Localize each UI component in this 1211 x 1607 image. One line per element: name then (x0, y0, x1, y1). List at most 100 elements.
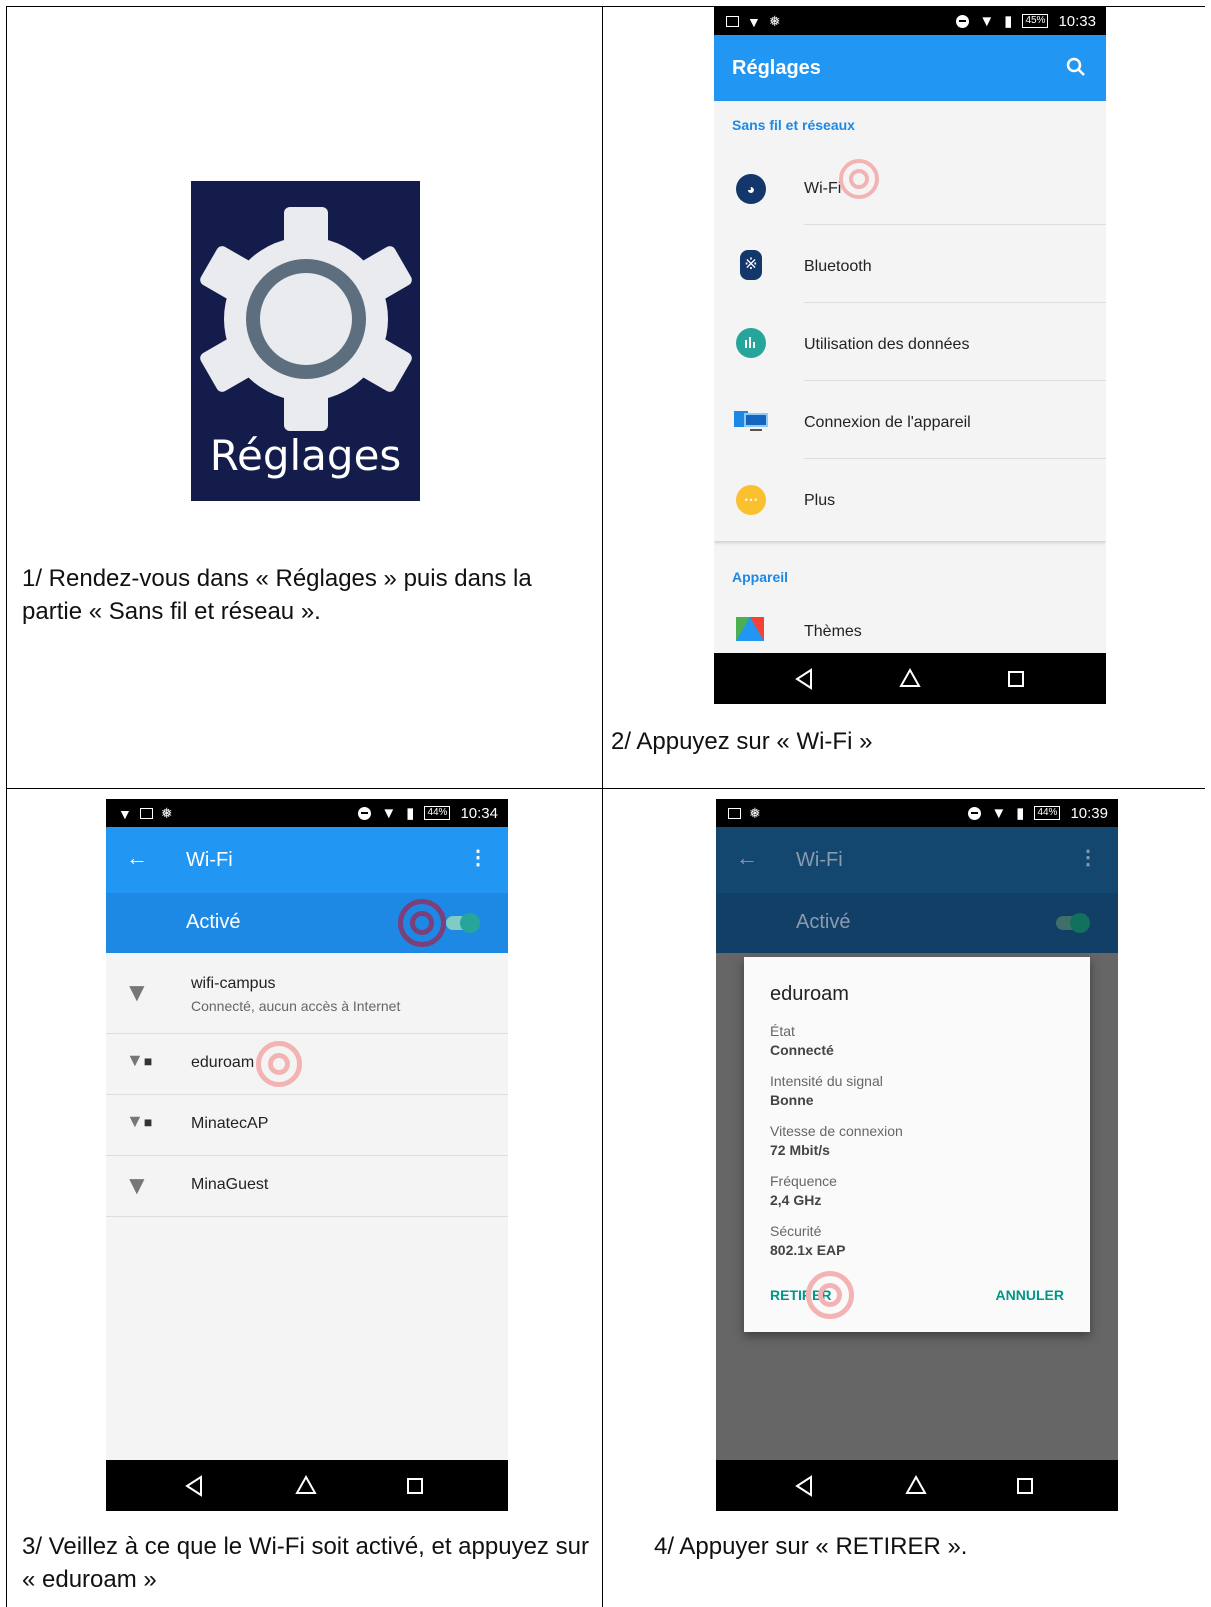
wifi-signal-icon: ▼ (124, 977, 150, 1007)
app-bar-dimmed: ← Wi-Fi ⋮ (716, 827, 1118, 893)
wifi-signal-icon: ▼ (991, 804, 1007, 822)
wifi-switch[interactable] (446, 913, 480, 933)
field-label: Vitesse de connexion (770, 1123, 903, 1139)
settings-item-label: Plus (804, 492, 836, 509)
screen-wifi-dialog: ❅ ▼ ▮ 44% 10:39 ← Wi-Fi ⋮ Activé eduroam Ét… (716, 799, 1118, 1511)
navigation-bar (106, 1460, 508, 1511)
status-bar: ▼ ❅ ▼ ▮ 45% 10:33 (714, 7, 1106, 35)
settings-item-device-connection[interactable]: Connexion de l'appareil (714, 381, 1106, 459)
settings-item-bluetooth[interactable]: ※ Bluetooth (714, 225, 1106, 303)
wifi-toggle-bar[interactable]: Activé (106, 893, 508, 953)
field-value: Bonne (770, 1092, 814, 1108)
back-icon[interactable] (791, 1473, 817, 1499)
field-label: Intensité du signal (770, 1073, 883, 1089)
battery-icon: 45% (1022, 14, 1049, 28)
network-name: MinatecAP (191, 1115, 269, 1132)
grid-border-left (6, 6, 7, 1607)
settings-item-data-usage[interactable]: Utilisation des données (714, 303, 1106, 381)
page-title: Wi-Fi (796, 849, 843, 871)
gear-icon (200, 207, 412, 431)
tap-target-indicator (398, 899, 446, 947)
back-arrow-icon[interactable]: ← (126, 845, 148, 871)
status-bar: ❅ ▼ ▮ 44% 10:39 (716, 799, 1118, 827)
wifi-status-icon: ▼ (747, 13, 761, 30)
sync-icon: ❅ (768, 13, 781, 29)
step3-caption: 3/ Veillez à ce que le Wi-Fi soit activé… (22, 1533, 589, 1593)
network-item-eduroam[interactable]: ▼■ eduroam (106, 1034, 508, 1095)
network-item-wifi-campus[interactable]: ▼ wifi-campus Connecté, aucun accès à In… (106, 953, 508, 1034)
toggle-label: Activé (186, 911, 241, 933)
do-not-disturb-icon (956, 14, 970, 28)
network-status: Connecté, aucun accès à Internet (191, 998, 401, 1014)
network-name: eduroam (191, 1054, 255, 1071)
settings-item-wifi[interactable]: ◕ Wi-Fi (714, 147, 1106, 225)
field-label: Sécurité (770, 1223, 822, 1239)
wifi-switch (1056, 913, 1090, 933)
network-item-minatecap[interactable]: ▼■ MinatecAP (106, 1095, 508, 1156)
field-label: État (770, 1023, 795, 1039)
tap-target-indicator (256, 1041, 302, 1087)
sync-icon: ❅ (160, 805, 173, 821)
back-icon[interactable] (181, 1473, 207, 1499)
section-header-wireless: Sans fil et réseaux (732, 117, 855, 133)
cancel-button[interactable]: ANNULER (996, 1287, 1064, 1303)
themes-icon (736, 617, 764, 641)
wifi-signal-icon: ▼ (124, 1170, 150, 1200)
grid-divider-h (6, 788, 1205, 789)
overflow-menu-icon: ⋮ (1078, 847, 1098, 869)
app-bar: ← Wi-Fi ⋮ (106, 827, 508, 893)
network-name: MinaGuest (191, 1176, 269, 1193)
settings-item-label: Thèmes (804, 623, 862, 640)
toggle-label: Activé (796, 911, 851, 933)
dialog-title: eduroam (770, 983, 849, 1005)
search-icon[interactable] (1064, 55, 1088, 79)
image-notification-icon (728, 808, 741, 819)
back-icon[interactable] (791, 666, 817, 692)
bluetooth-icon: ※ (740, 250, 762, 280)
step2-caption: 2/ Appuyez sur « Wi-Fi » (611, 728, 873, 755)
section-header-device: Appareil (732, 569, 789, 585)
navigation-bar (714, 653, 1106, 704)
step4-caption: 4/ Appuyer sur « RETIRER ». (654, 1533, 968, 1560)
page-title: Réglages (732, 57, 821, 79)
settings-item-more[interactable]: ⋯ Plus (714, 459, 1106, 537)
recents-icon[interactable] (1012, 1473, 1038, 1499)
screen-wifi: ▼ ❅ ▼ ▮ 44% 10:34 ← Wi-Fi ⋮ Activé ▼ wifi-ca… (106, 799, 508, 1511)
status-time: 10:33 (1058, 12, 1096, 30)
screen-settings: ▼ ❅ ▼ ▮ 45% 10:33 Réglages Sans fil et résea… (714, 7, 1106, 704)
settings-app-icon[interactable]: Réglages (191, 181, 420, 501)
device-connection-icon (734, 411, 768, 431)
battery-icon: 44% (1034, 806, 1061, 820)
step1-caption: 1/ Rendez-vous dans « Réglages » puis da… (22, 565, 532, 625)
page-title: Wi-Fi (186, 849, 233, 871)
more-icon: ⋯ (736, 485, 766, 515)
wifi-signal-icon: ▼ (979, 12, 995, 30)
image-notification-icon (726, 16, 739, 27)
recents-icon[interactable] (1003, 666, 1029, 692)
wifi-lock-icon: ▼■ (126, 1111, 153, 1131)
home-icon[interactable] (903, 1473, 929, 1499)
wifi-signal-icon: ▼ (381, 804, 397, 822)
home-icon[interactable] (897, 666, 923, 692)
tap-target-indicator (806, 1271, 854, 1319)
status-time: 10:39 (1070, 804, 1108, 822)
toggle-bar-dimmed: Activé (716, 893, 1118, 953)
field-label: Fréquence (770, 1173, 837, 1189)
battery-icon: 44% (424, 806, 451, 820)
navigation-bar (716, 1460, 1118, 1511)
image-notification-icon (139, 808, 153, 819)
wifi-lock-icon: ▼■ (126, 1050, 153, 1070)
network-item-minaguest[interactable]: ▼ MinaGuest (106, 1156, 508, 1217)
home-icon[interactable] (293, 1473, 319, 1499)
do-not-disturb-icon (968, 806, 982, 820)
settings-item-label: Utilisation des données (804, 336, 970, 353)
settings-item-themes[interactable]: Thèmes (714, 607, 1106, 653)
status-time: 10:34 (460, 804, 498, 822)
recents-icon[interactable] (402, 1473, 428, 1499)
settings-item-label: Connexion de l'appareil (804, 414, 971, 431)
tap-target-indicator (839, 159, 879, 199)
overflow-menu-icon[interactable]: ⋮ (468, 845, 488, 870)
battery-saver-icon: ▮ (1016, 805, 1025, 822)
field-value: 802.1x EAP (770, 1242, 846, 1258)
settings-app-label: Réglages (209, 431, 402, 480)
